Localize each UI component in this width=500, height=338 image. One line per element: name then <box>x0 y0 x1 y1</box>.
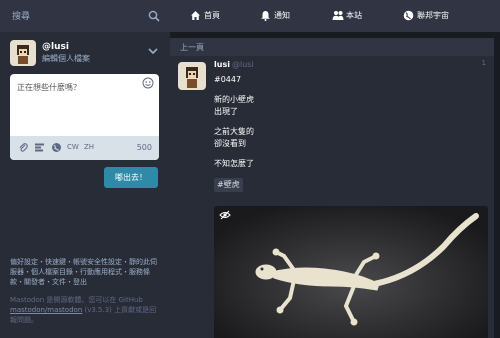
tab-federated-label: 聯邦宇宙 <box>417 11 449 20</box>
users-icon <box>332 11 344 20</box>
status-line: 不知怎麼了 <box>214 159 254 168</box>
compose-form: 正在想些什麼嗎？ CW ZH 500 <box>10 74 159 160</box>
tab-federated[interactable]: 聯邦宇宙 <box>403 0 483 32</box>
tab-notifications-label: 通知 <box>274 11 290 20</box>
status-line: 新的小壁虎 出現了 <box>214 95 254 116</box>
emoji-icon[interactable] <box>142 77 154 89</box>
avatar[interactable] <box>10 40 36 66</box>
column-back-button[interactable]: 上一頁 <box>170 38 494 56</box>
language-selector[interactable]: ZH <box>84 143 94 151</box>
hashtag-link[interactable]: #壁虎 <box>214 178 243 192</box>
home-icon <box>191 11 200 20</box>
back-label: 上一頁 <box>180 43 204 52</box>
chevron-down-icon[interactable] <box>148 46 158 56</box>
status-timestamp[interactable]: 1 <box>482 59 486 67</box>
attach-icon[interactable] <box>18 142 28 153</box>
compose-textarea[interactable]: 正在想些什麼嗎？ <box>17 82 81 93</box>
globe-icon[interactable] <box>51 142 62 153</box>
status-content: #0447 新的小壁虎 出現了 之前大隻的 卻沒看到 不知怎麼了 #壁虎 <box>214 74 474 192</box>
search-input[interactable]: 搜尋 <box>12 9 30 22</box>
eye-slash-icon[interactable] <box>219 210 231 220</box>
left-column: 搜尋 @lusi 編輯個人檔案 正在想些什麼嗎？ CW ZH 500 嘟出去！ … <box>0 0 170 338</box>
account-header: @lusi 編輯個人檔案 <box>10 40 160 68</box>
footer-links[interactable]: 偏好設定・快速鍵・帳號安全性設定・靜的此伺服器・個人檔案目錄・行動應用程式・服務… <box>10 257 162 287</box>
top-navigation: 首頁 通知 本站 聯邦宇宙 <box>170 0 500 32</box>
status-line: #0447 <box>214 75 242 84</box>
tab-home-label: 首頁 <box>204 11 220 20</box>
search-icon <box>148 10 160 22</box>
status-handle[interactable]: @lusi <box>232 60 254 69</box>
bell-icon <box>261 11 270 21</box>
tab-local[interactable]: 本站 <box>332 0 392 32</box>
footer-source-prefix: Mastodon 是開源軟體。您可以在 GitHub <box>10 296 143 304</box>
poll-icon[interactable] <box>34 142 45 153</box>
status: lusi @lusi 1 #0447 新的小壁虎 出現了 之前大隻的 卻沒看到 … <box>170 56 494 338</box>
character-counter: 500 <box>136 143 152 152</box>
publish-button[interactable]: 嘟出去！ <box>104 167 158 188</box>
edit-profile-link[interactable]: 編輯個人檔案 <box>42 53 90 64</box>
tab-notifications[interactable]: 通知 <box>260 0 320 32</box>
main-column: 上一頁 lusi @lusi 1 #0447 新的小壁虎 出現了 之前大隻的 卻… <box>170 38 494 338</box>
status-display-name[interactable]: lusi <box>214 60 230 69</box>
tab-home[interactable]: 首頁 <box>190 0 250 32</box>
content-warning-toggle[interactable]: CW <box>67 143 79 151</box>
tab-local-label: 本站 <box>346 11 362 20</box>
globe-icon <box>403 10 414 21</box>
account-name[interactable]: @lusi <box>42 42 69 52</box>
footer-source: Mastodon 是開源軟體。您可以在 GitHub mastodon/mast… <box>10 295 162 325</box>
search-box[interactable]: 搜尋 <box>0 0 170 32</box>
gecko-photo <box>214 206 488 338</box>
media-attachment[interactable] <box>214 206 488 338</box>
github-link[interactable]: mastodon/mastodon <box>10 306 82 314</box>
status-line: 之前大隻的 卻沒看到 <box>214 127 254 148</box>
compose-toolbar: CW ZH 500 <box>10 136 159 160</box>
status-avatar[interactable] <box>178 62 206 90</box>
